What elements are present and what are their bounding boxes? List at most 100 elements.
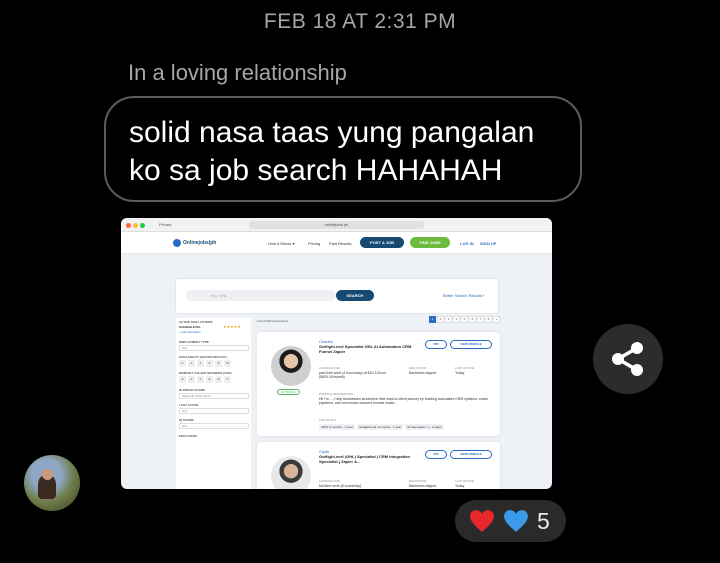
attached-screenshot[interactable]: Private onlinejobs.ph Onlinejobs|ph How … [121,218,552,489]
looking-for-label: LOOKING FOR [319,366,340,370]
page-button: 3 [445,316,452,323]
iq-score-select: Any [179,423,249,429]
avatar-face [42,469,53,480]
better-search-link: Better Search Results? [443,293,485,298]
search-card: e.g. GHL SEARCH Better Search Results? [176,279,498,313]
search-button: SEARCH [336,290,374,301]
logo-icon [173,239,181,247]
jobseeker-title: GoHighLevel (GHL) Specialist | CRM Integ… [319,454,410,464]
browser-titlebar: Private onlinejobs.ph [121,218,552,232]
id-proof-select: Select ID Proof Score [179,393,249,399]
salary-pill: 0 [224,376,231,383]
jobseeker-card: Clyde GoHighLevel (GHL) Specialist | CRM… [257,442,500,489]
pin-button: PIN [425,450,447,459]
salary-pill: 4 [188,376,195,383]
site-logo: Onlinejobs|ph [183,240,217,246]
filters-panel: ACTIVE SKILL FILTERS GOHIGHLEVEL ★★★★★ +… [176,318,251,489]
profile-description: Hi! I'm ... I help businesses streamline… [319,397,488,405]
reply-context-label: In a loving relationship [128,60,347,85]
post-job-button: POST A JOB [360,237,404,248]
education-label: EDUCATION [409,366,427,370]
education-label: EDUCATION [179,434,197,438]
last-active-value: Today [455,484,465,488]
skill-tag: CRM: 6 months - 1 year [319,424,355,430]
sender-avatar[interactable] [24,455,80,511]
availability-pill: 4 [197,360,204,367]
profile-description-label: PROFILE DESCRIPTION [319,392,354,396]
message-timestamp: FEB 18 AT 2:31 PM [263,10,457,33]
availability-pill: 8 [215,360,222,367]
top-skills: CRM: 6 months - 1 year GoHighLevel: 6 mon… [319,424,499,430]
share-icon [612,342,643,376]
salary-pill: 0 [197,376,204,383]
last-active-select: Any [179,408,249,414]
results-header: Found 2204 jobseekers 1 2 3 4 5 6 7 8» [257,316,500,328]
page-button: 8 [485,316,492,323]
url-bar: onlinejobs.ph [249,221,424,229]
active-filters-title: ACTIVE SKILL FILTERS [179,320,213,324]
red-heart-icon [470,510,494,532]
add-skill-link: + Add skill filters [179,330,201,334]
nav-signup: SIGN UP [480,241,497,246]
iq-score-label: IQ SCORE [179,418,194,422]
private-tab-label: Private [159,222,172,227]
blue-heart-icon [504,510,528,532]
id-proof-label: ID PROOF SCORE [179,388,206,392]
page-button: 7 [477,316,484,323]
found-count: Found 2204 jobseekers [257,319,289,323]
looking-for-label: LOOKING FOR [319,479,340,483]
message-bubble[interactable]: solid nasa taas yung pangalan ko sa job … [104,96,582,202]
pin-button: PIN [425,340,447,349]
nav-pricing: Pricing [308,241,321,246]
skill-tag: GoHighLevel: 6 months - 1 year [356,424,404,430]
availability-pill: 0 [179,360,186,367]
availability-pill: 10 [224,360,231,367]
close-dot-icon [126,223,131,228]
site-navbar: Onlinejobs|ph How it Works ▾ Pricing Pai… [121,232,552,254]
page-button: 4 [453,316,460,323]
page-button: 2 [437,316,444,323]
last-active-label: LAST ACTIVE [179,403,199,407]
skill-tag: AI Automation: 1 - 2 years [405,424,444,430]
jobseeker-card: ID PROOF Charles GoHighLevel Specialist … [257,332,500,436]
employment-type-label: EMPLOYMENT TYPE [179,340,209,344]
employment-type-select: Any [179,345,249,351]
message-line-1: solid nasa taas yung pangalan [129,116,535,149]
salary-pill: $ [206,376,213,383]
page-button: 5 [461,316,468,323]
nav-paid-results: Paid Results [329,241,352,246]
reaction-count: 5 [537,508,550,534]
minimize-dot-icon [133,223,138,228]
availability-pill: 6 [206,360,213,367]
page-button: 1 [429,316,436,323]
looking-for-value: part-time work (4 hours/day) at $10.11/h… [319,371,387,379]
jobseeker-title: GoHighLevel Specialist GHL AI Automation… [319,344,412,354]
skill-rating-stars-icon: ★★★★★ [223,324,241,329]
share-button[interactable] [593,324,663,394]
reactions-pill[interactable]: 5 [455,500,566,542]
availability-label: AVAILABILITY (HOURS PER DAY) [179,355,227,359]
page-button: 6 [469,316,476,323]
availability-pills: 0 2 4 6 8 10 [179,360,249,367]
message-line-2: ko sa job search HAHAHAH [129,154,503,187]
jobseeker-photo [271,346,311,386]
active-skill: GOHIGHLEVEL [179,325,201,329]
education-value: Bachelors degree [409,371,437,375]
id-proof-badge: ID PROOF [277,389,300,395]
zoom-dot-icon [140,223,145,228]
last-active-label: LAST ACTIVE [455,366,474,370]
nav-how-it-works: How it Works ▾ [268,241,295,246]
page-button: » [493,316,500,323]
nav-login: LOG IN [460,241,474,246]
search-input: e.g. GHL [186,290,336,301]
education-value: Bachelors degree [409,484,437,488]
top-skills-label: TOP SKILLS [319,418,337,422]
view-profile-button: VIEW PROFILE [450,340,492,349]
salary-pill: $ [179,376,186,383]
looking-for-value: full-time work (8 hours/day) [319,484,362,488]
salary-pills: $4 0 $ M 0 [179,376,249,383]
last-active-value: Today [455,371,465,375]
pagination: 1 2 3 4 5 6 7 8» [428,316,500,323]
salary-pill: M [215,376,222,383]
availability-pill: 2 [188,360,195,367]
